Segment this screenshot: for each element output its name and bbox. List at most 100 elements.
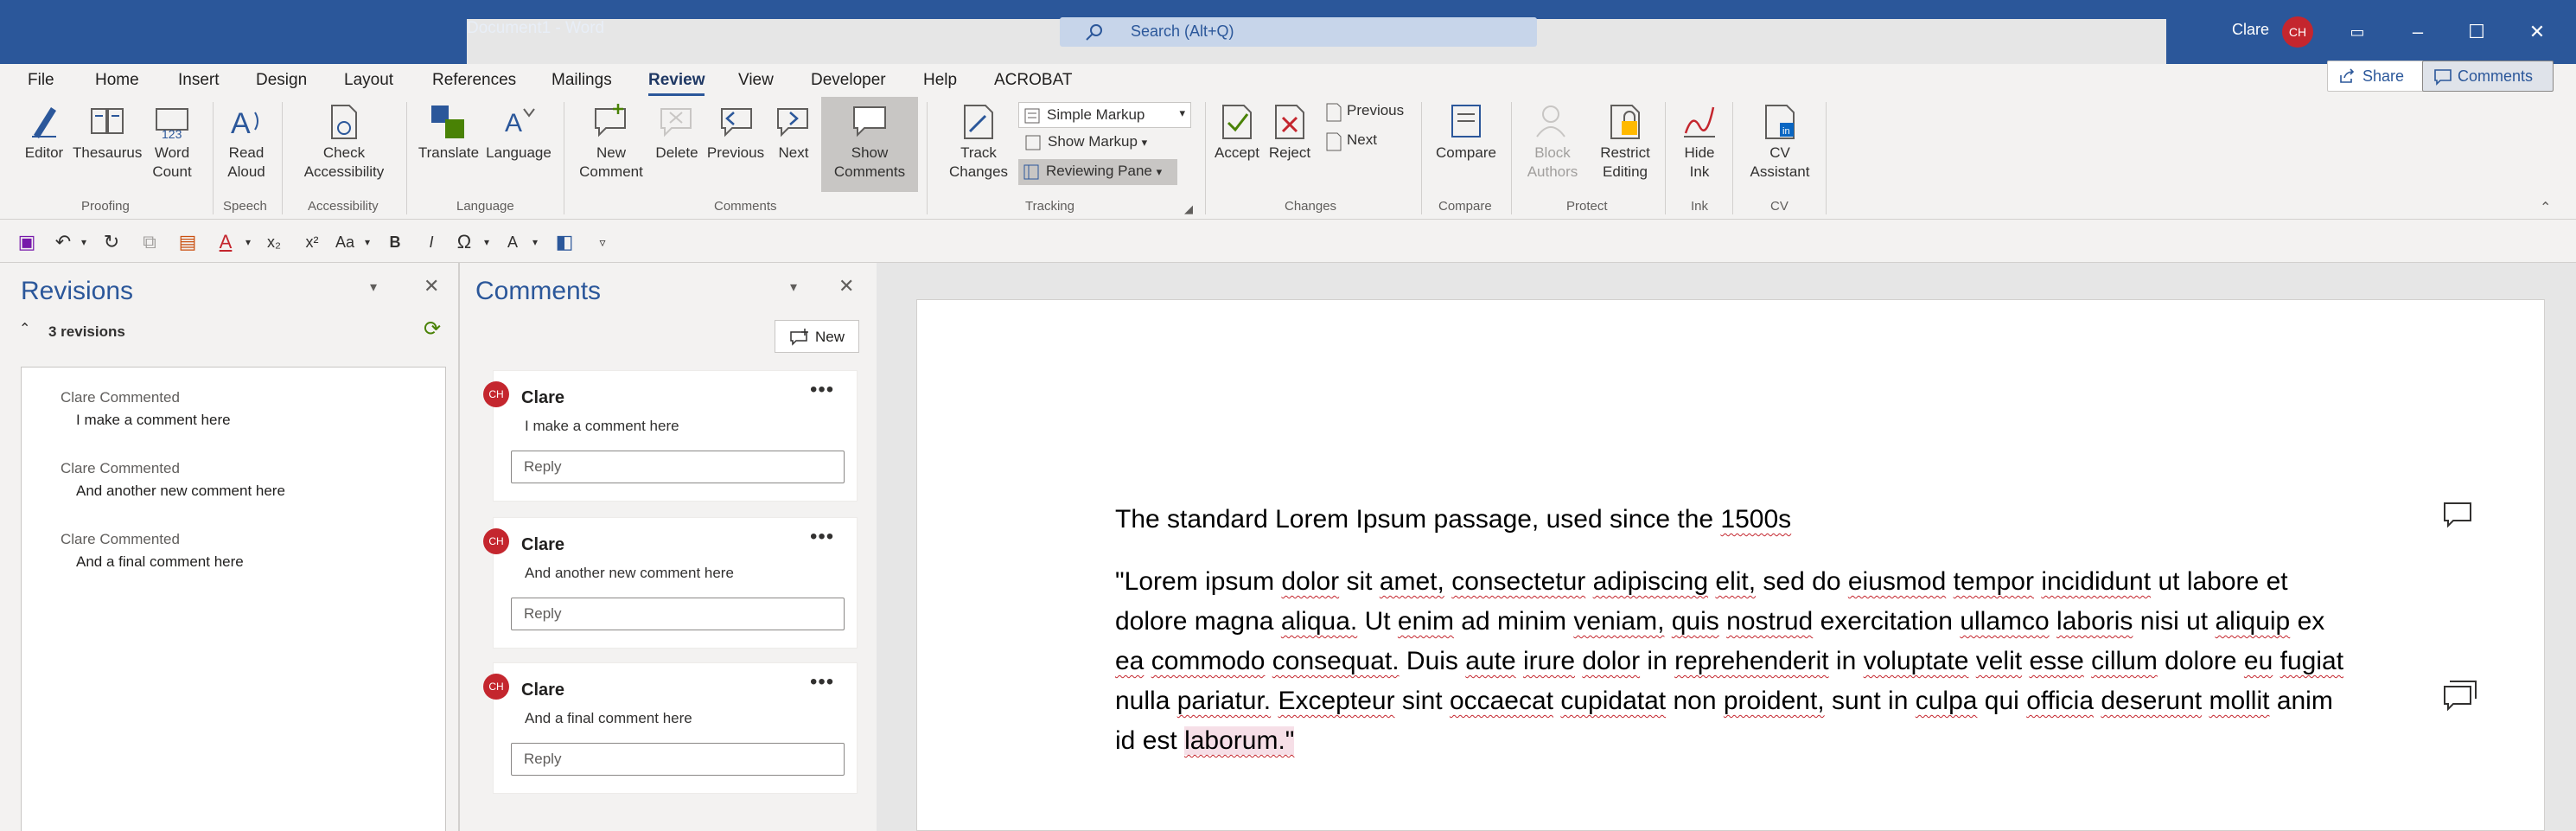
document-word: cillum (2091, 647, 2158, 675)
editor-button[interactable]: Editor (17, 102, 71, 163)
comment-card[interactable]: CH Clare ••• And another new comment her… (483, 517, 858, 649)
show-comments-button[interactable]: Show Comments (821, 97, 918, 192)
revision-text[interactable]: I make a comment here (76, 412, 231, 429)
tab-view[interactable]: View (738, 71, 774, 90)
change-case-dropdown-icon[interactable]: ▾ (354, 230, 380, 254)
reject-button[interactable]: Reject (1266, 102, 1314, 163)
user-name[interactable]: Clare (2232, 21, 2269, 39)
close-window-icon[interactable]: ✕ (2515, 12, 2559, 52)
compare-button[interactable]: Compare (1430, 102, 1502, 163)
revision-text[interactable]: And another new comment here (76, 483, 285, 500)
search-box[interactable]: Search (Alt+Q) (1060, 17, 1537, 47)
tab-file[interactable]: File (28, 71, 54, 90)
pane-options-icon[interactable]: ▾ (370, 278, 377, 296)
symbol-dropdown-icon[interactable]: ▾ (474, 230, 500, 254)
compare-icon (1451, 105, 1481, 137)
italic-icon[interactable]: I (418, 230, 444, 254)
ribbon-display-icon[interactable]: ▭ (2336, 12, 2379, 52)
check-accessibility-button[interactable]: Check Accessibility (290, 102, 398, 182)
revision-author[interactable]: Clare Commented (61, 531, 180, 548)
new-comment-pane-button[interactable]: New (775, 320, 859, 353)
markup-select[interactable]: Simple Markup ▾ (1018, 102, 1191, 128)
tab-developer[interactable]: Developer (811, 71, 886, 90)
previous-comment-button[interactable]: Previous (705, 102, 766, 163)
text-effects-dropdown-icon[interactable]: ▾ (522, 230, 548, 254)
dialog-launcher-icon[interactable]: ◢ (1184, 202, 1193, 216)
customize-toolbar-icon[interactable]: ▿ (590, 230, 615, 254)
block-authors-button[interactable]: Block Authors (1518, 102, 1587, 182)
undo-dropdown-icon[interactable]: ▾ (71, 230, 97, 254)
tab-mailings[interactable]: Mailings (552, 71, 612, 90)
editor-icon (32, 107, 56, 138)
document-word: id (1115, 726, 1136, 755)
more-options-icon[interactable]: ••• (810, 378, 834, 402)
bold-icon[interactable]: B (382, 230, 408, 254)
document-word: fugiat (2280, 647, 2344, 675)
collapse-icon[interactable]: ⌃ (19, 320, 30, 337)
next-comment-button[interactable]: Next (768, 102, 819, 163)
collapse-ribbon-icon[interactable]: ⌃ (2540, 199, 2551, 216)
superscript-icon[interactable]: x² (299, 230, 325, 254)
maximize-icon[interactable]: ☐ (2455, 12, 2498, 52)
close-icon[interactable]: ✕ (838, 275, 854, 297)
reviewing-pane-button[interactable]: Reviewing Pane ▾ (1018, 159, 1177, 185)
tab-help[interactable]: Help (923, 71, 957, 90)
thesaurus-button[interactable]: Thesaurus (73, 102, 142, 163)
comment-icon[interactable] (2443, 502, 2472, 534)
tab-insert[interactable]: Insert (178, 71, 220, 90)
tab-acrobat[interactable]: ACROBAT (994, 71, 1072, 90)
document-word: aliqua. (1280, 607, 1358, 636)
redo-icon[interactable]: ↻ (99, 230, 124, 254)
refresh-icon[interactable]: ⟳ (424, 316, 441, 342)
subscript-icon[interactable]: x₂ (261, 230, 287, 254)
show-comments-icon (853, 106, 886, 137)
tab-layout[interactable]: Layout (344, 71, 393, 90)
translate-button[interactable]: Translate (415, 102, 482, 163)
revision-text[interactable]: And a final comment here (76, 553, 244, 571)
more-options-icon[interactable]: ••• (810, 670, 834, 694)
font-color-dropdown-icon[interactable]: ▾ (235, 230, 261, 254)
tab-review[interactable]: Review (648, 71, 705, 96)
hide-ink-button[interactable]: Hide Ink (1672, 102, 1727, 182)
user-avatar[interactable]: CH (2282, 16, 2313, 48)
pane-options-icon[interactable]: ▾ (790, 278, 797, 296)
comment-card[interactable]: CH Clare ••• And a final comment here Re… (483, 662, 858, 794)
paste-icon[interactable]: ▤ (175, 230, 201, 254)
comment-card[interactable]: CH Clare ••• I make a comment here Reply (483, 370, 858, 502)
share-button[interactable]: Share (2327, 61, 2433, 92)
close-icon[interactable]: ✕ (424, 275, 439, 297)
document-heading[interactable]: The standard Lorem Ipsum passage, used s… (1115, 505, 1791, 534)
copy-icon[interactable]: ⧉ (137, 230, 163, 254)
comments-stack-icon[interactable] (2443, 680, 2477, 715)
changes-next-button[interactable]: Next (1323, 131, 1377, 151)
changes-previous-button[interactable]: Previous (1323, 102, 1404, 122)
minimize-icon[interactable]: – (2396, 12, 2439, 52)
tab-design[interactable]: Design (256, 71, 307, 90)
revision-author[interactable]: Clare Commented (61, 460, 180, 477)
reply-input[interactable]: Reply (511, 451, 845, 483)
more-options-icon[interactable]: ••• (810, 525, 834, 549)
svg-text:A: A (231, 107, 251, 140)
save-icon[interactable]: ▣ (14, 230, 40, 254)
cv-assistant-button[interactable]: in CV Assistant (1739, 102, 1820, 182)
track-changes-button[interactable]: Track Changes (935, 102, 1022, 182)
show-markup-button[interactable]: Show Markup ▾ (1020, 133, 1147, 150)
delete-comment-button[interactable]: Delete (648, 102, 705, 163)
document-word: ut (2158, 567, 2180, 596)
reply-input[interactable]: Reply (511, 598, 845, 630)
word-icon[interactable]: ◧ (552, 230, 577, 254)
revision-author[interactable]: Clare Commented (61, 389, 180, 406)
new-comment-button[interactable]: New Comment (574, 102, 648, 182)
word-count-button[interactable]: 123 Word Count (145, 102, 199, 182)
comments-button[interactable]: Comments (2422, 61, 2554, 92)
document-word: eu (2243, 647, 2273, 675)
language-button[interactable]: A Language (484, 102, 553, 163)
restrict-editing-button[interactable]: Restrict Editing (1591, 102, 1660, 182)
tab-references[interactable]: References (432, 71, 516, 90)
accept-button[interactable]: Accept (1210, 102, 1264, 163)
reply-input[interactable]: Reply (511, 743, 845, 776)
document-body[interactable]: "Lorem ipsum dolor sit amet, consectetur… (1115, 562, 2351, 761)
read-aloud-button[interactable]: A Read Aloud (218, 102, 275, 182)
tab-home[interactable]: Home (95, 71, 139, 90)
document-word: officia (2026, 687, 2095, 715)
